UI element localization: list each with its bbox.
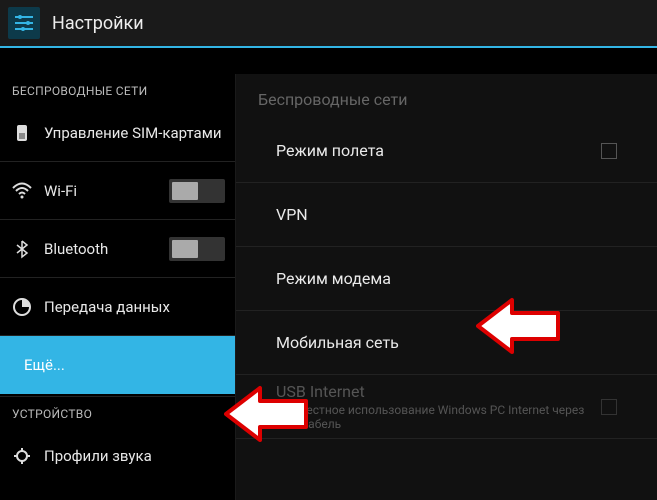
sim-icon [10, 121, 34, 145]
sidebar-item-label: Wi-Fi [44, 182, 159, 200]
data-usage-icon [10, 295, 34, 319]
setting-label: Режим модема [276, 269, 617, 288]
sidebar-item-bluetooth[interactable]: Bluetooth [0, 220, 235, 278]
sidebar-item-label: Ещё... [10, 356, 225, 374]
wifi-toggle[interactable] [169, 179, 225, 203]
setting-item-tether[interactable]: Режим модема [236, 247, 657, 311]
sidebar-item-label: Профили звука [44, 447, 225, 465]
setting-label: USB Internet [276, 382, 601, 401]
setting-label: VPN [276, 205, 617, 224]
sidebar-item-label: Передача данных [44, 298, 225, 316]
sidebar-section-device: УСТРОЙСТВО [0, 396, 235, 427]
setting-label: Мобильная сеть [276, 333, 617, 352]
content-header: Беспроводные сети [236, 74, 657, 119]
gap [0, 48, 657, 74]
wifi-icon [10, 179, 34, 203]
sidebar-item-label: Bluetooth [44, 240, 159, 258]
sidebar-item-more[interactable]: Ещё... [0, 336, 235, 394]
usb-checkbox [601, 399, 617, 415]
setting-item-vpn[interactable]: VPN [236, 183, 657, 247]
sidebar-section-wireless: БЕСПРОВОДНЫЕ СЕТИ [0, 74, 235, 104]
setting-item-mobile-network[interactable]: Мобильная сеть [236, 311, 657, 375]
content-panel: Беспроводные сети Режим полета VPN Режим… [236, 74, 657, 500]
bluetooth-icon [10, 237, 34, 261]
airplane-checkbox[interactable] [601, 143, 617, 159]
setting-label: Режим полета [276, 141, 601, 160]
setting-item-airplane[interactable]: Режим полета [236, 119, 657, 183]
sidebar-item-wifi[interactable]: Wi-Fi [0, 162, 235, 220]
main-area: БЕСПРОВОДНЫЕ СЕТИ Управление SIM-картами… [0, 74, 657, 500]
sidebar-item-label: Управление SIM-картами [44, 124, 225, 142]
settings-sliders-icon [8, 7, 40, 39]
sidebar-item-sound[interactable]: Профили звука [0, 427, 235, 485]
page-title: Настройки [52, 13, 144, 34]
sound-icon [10, 444, 34, 468]
sidebar: БЕСПРОВОДНЫЕ СЕТИ Управление SIM-картами… [0, 74, 236, 500]
sidebar-item-data[interactable]: Передача данных [0, 278, 235, 336]
setting-item-usb-internet: USB Internet Совместное использование Wi… [236, 375, 657, 439]
setting-sub-label: Совместное использование Windows PC Inte… [276, 403, 601, 431]
sidebar-item-sim[interactable]: Управление SIM-картами [0, 104, 235, 162]
bluetooth-toggle[interactable] [169, 237, 225, 261]
titlebar: Настройки [0, 0, 657, 48]
